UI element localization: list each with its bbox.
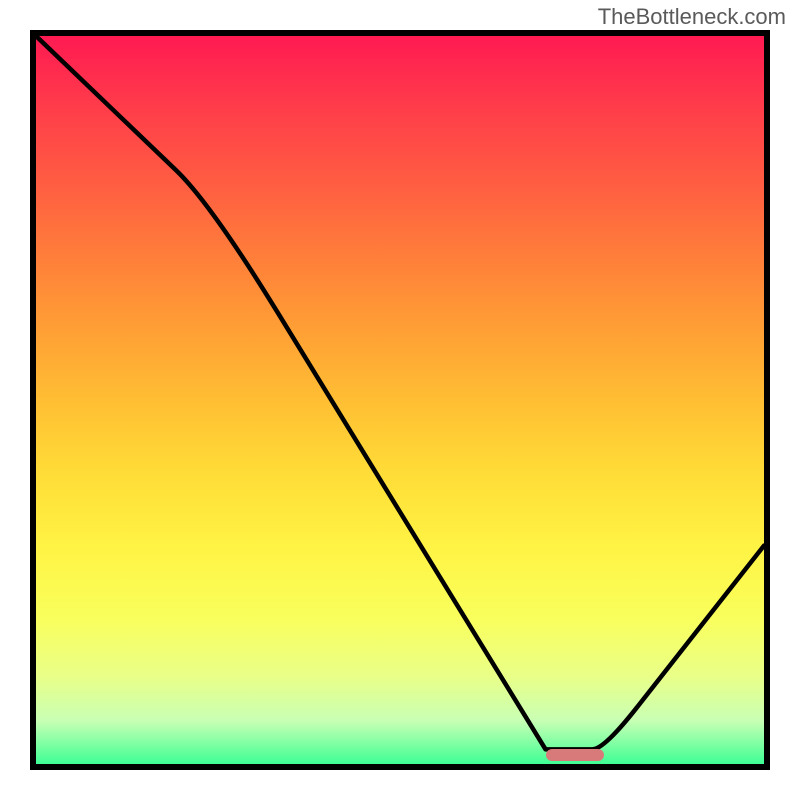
bottleneck-curve xyxy=(36,36,764,764)
watermark-text: TheBottleneck.com xyxy=(598,4,786,30)
optimal-marker xyxy=(546,749,604,761)
curve-path xyxy=(36,36,764,749)
plot-area xyxy=(30,30,770,770)
bottleneck-chart: TheBottleneck.com xyxy=(0,0,800,800)
